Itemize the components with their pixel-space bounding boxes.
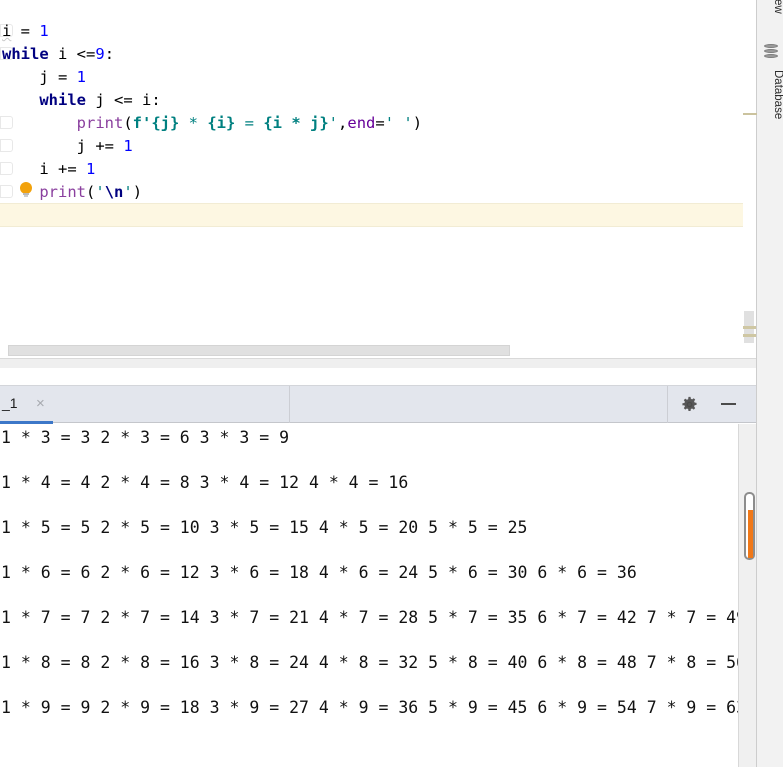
- sidebar-divider-marker: [743, 113, 757, 115]
- code-line[interactable]: j = 1: [0, 66, 86, 89]
- editor-scrollbar-marker: [743, 326, 756, 329]
- console-vertical-scrollbar[interactable]: [738, 424, 756, 767]
- editor-scrollbar-marker: [743, 334, 756, 337]
- database-icon: [764, 44, 778, 61]
- sidebar-tool-database[interactable]: Database: [757, 68, 783, 148]
- code-token: 9: [95, 45, 105, 63]
- console-vertical-scrollbar-thumb[interactable]: [744, 492, 755, 560]
- code-line[interactable]: i = 1: [0, 20, 49, 43]
- code-token: (: [86, 183, 96, 201]
- ide-window: i = 1 while i <=9: j = 1 while j <= i: pr…: [0, 0, 783, 767]
- code-token: print: [76, 114, 124, 132]
- code-token: while: [2, 45, 49, 63]
- database-ring-top: [764, 44, 778, 48]
- code-token: i +=: [2, 160, 86, 178]
- console-output-line: 1 * 5 = 5 2 * 5 = 10 3 * 5 = 15 4 * 5 = …: [1, 518, 528, 537]
- code-token: ': [123, 183, 133, 201]
- code-token: (: [123, 114, 133, 132]
- code-token: while: [39, 91, 86, 109]
- code-text-area[interactable]: i = 1 while i <=9: j = 1 while j <= i: pr…: [0, 0, 756, 340]
- code-token: ): [412, 114, 423, 132]
- code-line[interactable]: j += 1: [0, 135, 133, 158]
- console-tab-active[interactable]: _1 ×: [0, 386, 290, 424]
- console-scrollbar-progress: [748, 510, 753, 558]
- code-line[interactable]: while i <=9:: [0, 43, 114, 66]
- code-token: =: [235, 114, 264, 132]
- code-line[interactable]: print('\n'): [0, 181, 142, 204]
- code-token: i <=: [48, 45, 96, 63]
- code-token: {i}: [207, 114, 236, 132]
- code-token: j =: [2, 68, 77, 86]
- console-tab-label: _1: [2, 395, 18, 411]
- code-line[interactable]: while j <= i:: [0, 89, 161, 112]
- code-token: 1: [86, 160, 96, 178]
- console-toolbar-empty-area: [291, 386, 668, 423]
- code-token: i: [2, 22, 12, 40]
- editor-vertical-scrollbar[interactable]: [743, 0, 756, 356]
- code-token: {j}: [151, 114, 180, 132]
- code-token: end: [347, 114, 376, 132]
- code-token: ,: [338, 114, 348, 132]
- close-icon[interactable]: ×: [36, 395, 45, 412]
- code-line[interactable]: print(f'{j} * {i} = {i * j}',end=' '): [0, 112, 422, 135]
- code-token: ' ': [384, 114, 413, 132]
- code-token: print: [39, 183, 86, 201]
- minimize-icon[interactable]: [721, 403, 736, 405]
- code-token: =: [11, 22, 40, 40]
- database-ring-bottom: [764, 54, 778, 58]
- console-output-area[interactable]: 1 * 3 = 3 2 * 3 = 6 3 * 3 = 9 1 * 4 = 4 2…: [0, 424, 756, 767]
- editor-horizontal-scrollbar-thumb[interactable]: [8, 345, 510, 356]
- console-action-buttons: [669, 386, 756, 423]
- code-token: =: [375, 114, 385, 132]
- console-output-line: 1 * 8 = 8 2 * 8 = 16 3 * 8 = 24 4 * 8 = …: [1, 653, 756, 672]
- code-line[interactable]: i += 1: [0, 158, 95, 181]
- gear-icon[interactable]: [681, 396, 698, 413]
- code-token: ): [132, 183, 143, 201]
- console-output-line: 1 * 3 = 3 2 * 3 = 6 3 * 3 = 9: [1, 428, 290, 447]
- console-output-line: 1 * 9 = 9 2 * 9 = 18 3 * 9 = 27 4 * 9 = …: [1, 698, 756, 717]
- code-editor-pane[interactable]: i = 1 while i <=9: j = 1 while j <= i: pr…: [0, 0, 756, 368]
- code-token: {i * j}: [263, 114, 329, 132]
- code-token: ': [328, 114, 339, 132]
- run-console-panel: _1 × 1 * 3 = 3 2 * 3 = 6 3 * 3 = 9 1 * 4 …: [0, 368, 756, 767]
- console-output-line: 1 * 4 = 4 2 * 4 = 8 3 * 4 = 12 4 * 4 = 1…: [1, 473, 409, 492]
- code-token: j +=: [2, 137, 124, 155]
- code-token: j <= i:: [86, 91, 161, 109]
- code-token: 1: [76, 68, 86, 86]
- code-token: f': [132, 114, 152, 132]
- code-token: *: [179, 114, 208, 132]
- console-output-line: 1 * 6 = 6 2 * 6 = 12 3 * 6 = 18 4 * 6 = …: [1, 563, 637, 582]
- code-token: ': [95, 183, 105, 201]
- right-tool-sidebar: ew Database: [743, 0, 783, 767]
- database-ring-mid: [764, 49, 778, 53]
- console-output-line: 1 * 7 = 7 2 * 7 = 14 3 * 7 = 21 4 * 7 = …: [1, 608, 747, 627]
- code-token: 1: [123, 137, 133, 155]
- code-token: 1: [39, 22, 49, 40]
- sidebar-tool-preview[interactable]: ew: [757, 0, 783, 31]
- console-toolbar: _1 ×: [0, 385, 756, 424]
- code-token: \n: [104, 183, 124, 201]
- code-token: :: [104, 45, 115, 63]
- editor-bottom-filler: [0, 358, 756, 368]
